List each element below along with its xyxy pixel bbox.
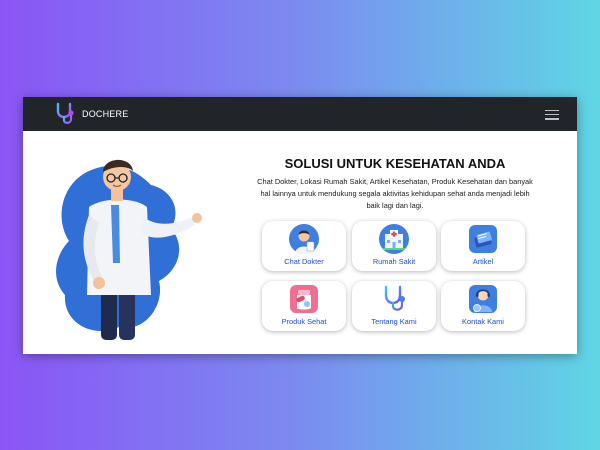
doctor-icon: [289, 224, 319, 254]
service-label-chat-dokter: Chat Dokter: [284, 257, 324, 266]
hospital-icon: [379, 224, 409, 254]
navbar: DOCHERE: [23, 97, 577, 131]
service-label-rumah-sakit: Rumah Sakit: [372, 257, 416, 266]
service-label-kontak-kami: Kontak Kami: [462, 317, 504, 326]
contact-icon: [469, 285, 497, 313]
service-card-artikel[interactable]: Artikel: [441, 221, 525, 271]
hero-description: Chat Dokter, Lokasi Rumah Sakit, Artikel…: [257, 177, 533, 210]
service-label-artikel: Artikel: [472, 257, 494, 266]
doctor-illustration: [56, 159, 202, 340]
service-card-rumah-sakit[interactable]: Rumah Sakit: [352, 221, 436, 271]
page-title: SOLUSI UNTUK KESEHATAN ANDA: [284, 156, 506, 171]
service-card-chat-dokter[interactable]: Chat Dokter: [262, 221, 346, 271]
brand-link[interactable]: DOCHERE: [53, 101, 128, 127]
stethoscope-icon: [56, 102, 74, 124]
stethoscope-icon: [384, 285, 405, 311]
medicine-icon: [290, 285, 318, 313]
website-frame: DOCHERE SOLUSI UNTUK KESEHATAN ANDA Chat…: [23, 97, 577, 354]
service-card-kontak-kami[interactable]: Kontak Kami: [441, 281, 525, 331]
service-card-tentang-kami[interactable]: Tentang Kami: [352, 281, 436, 331]
hamburger-menu-icon[interactable]: [545, 107, 559, 121]
service-label-produk-sehat: Produk Sehat: [281, 317, 327, 326]
brand-name: DOCHERE: [82, 109, 129, 119]
article-icon: [469, 225, 497, 253]
service-label-tentang-kami: Tentang Kami: [371, 317, 417, 326]
service-card-produk-sehat[interactable]: Produk Sehat: [262, 281, 346, 331]
